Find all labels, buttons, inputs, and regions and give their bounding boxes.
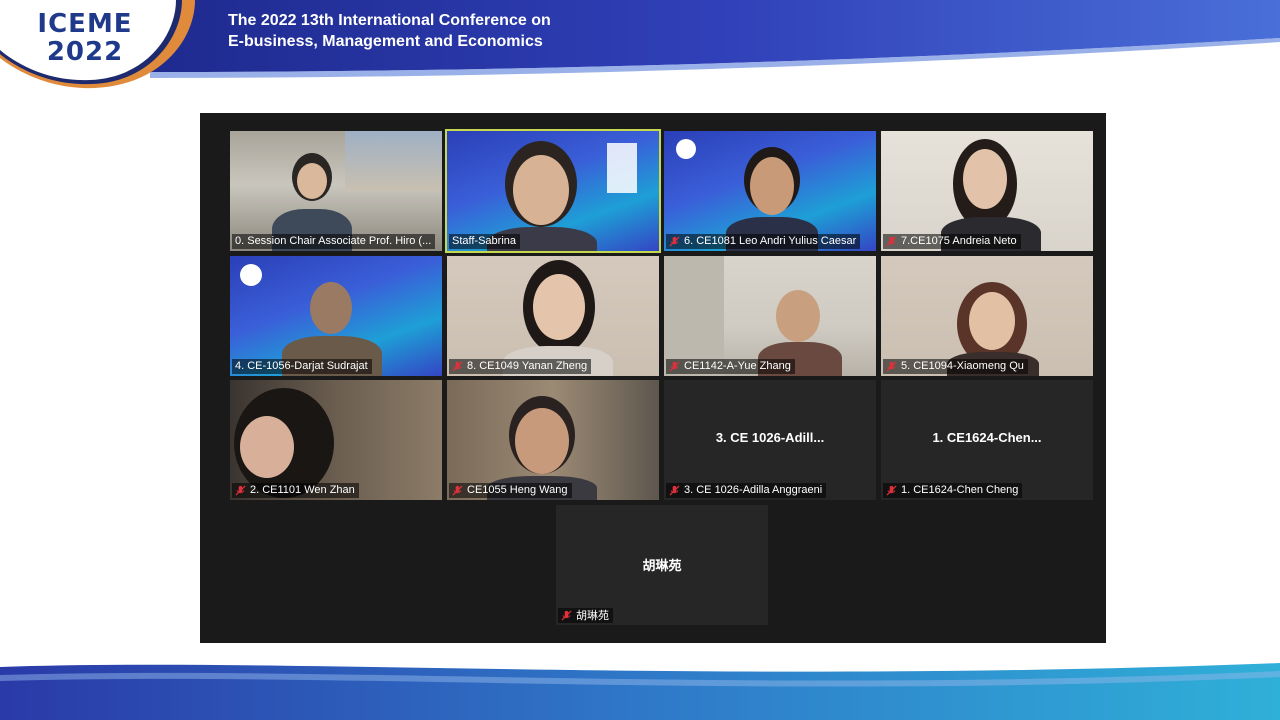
participant-name-label: CE1142-A-Yue Zhang bbox=[666, 359, 795, 374]
participant-video bbox=[230, 131, 442, 251]
participant-name-label: 6. CE1081 Leo Andri Yulius Caesar bbox=[666, 234, 861, 249]
participant-name-label: 3. CE 1026-Adilla Anggraeni bbox=[666, 483, 827, 498]
video-gallery: 0. Session Chair Associate Prof. Hiro (.… bbox=[200, 113, 1106, 643]
participant-tile-video-off[interactable]: 3. CE 1026-Adill... 3. CE 1026-Adilla An… bbox=[664, 380, 876, 500]
participant-tile[interactable]: 2. CE1101 Wen Zhan bbox=[230, 380, 442, 500]
participant-name-label: 8. CE1049 Yanan Zheng bbox=[449, 359, 592, 374]
participant-video bbox=[881, 131, 1093, 251]
participant-tile-video-off[interactable]: 胡琳苑 胡琳苑 bbox=[556, 505, 768, 625]
participant-tile[interactable]: 6. CE1081 Leo Andri Yulius Caesar bbox=[664, 131, 876, 251]
muted-mic-icon bbox=[669, 361, 680, 372]
participant-tile[interactable]: 7.CE1075 Andreia Neto bbox=[881, 131, 1093, 251]
conference-title-line2: E-business, Management and Economics bbox=[228, 33, 543, 50]
participant-video bbox=[664, 256, 876, 376]
participant-name-label: 5. CE1094-Xiaomeng Qu bbox=[883, 359, 1028, 374]
participant-video bbox=[230, 380, 442, 500]
muted-mic-icon bbox=[235, 485, 246, 496]
participant-tile[interactable]: 8. CE1049 Yanan Zheng bbox=[447, 256, 659, 376]
presentation-slide: ICEME 2022 The 2022 13th International C… bbox=[0, 0, 1280, 720]
iceme-logo: ICEME 2022 bbox=[30, 10, 140, 66]
participant-display-name: 1. CE1624-Chen... bbox=[932, 430, 1042, 445]
muted-mic-icon bbox=[886, 485, 897, 496]
muted-mic-icon bbox=[561, 610, 572, 621]
participant-display-name: 胡琳苑 bbox=[642, 559, 682, 574]
participant-video bbox=[881, 256, 1093, 376]
conference-title-line1: The 2022 13th International Conference o… bbox=[228, 12, 551, 29]
header-wave-graphic bbox=[0, 0, 1280, 89]
participant-video bbox=[447, 380, 659, 500]
participant-tile[interactable]: CE1142-A-Yue Zhang bbox=[664, 256, 876, 376]
logo-text-line2: 2022 bbox=[46, 37, 124, 67]
participant-name-label: 1. CE1624-Chen Cheng bbox=[883, 483, 1023, 498]
participant-tile-active-speaker[interactable]: Staff-Sabrina bbox=[445, 129, 661, 253]
muted-mic-icon bbox=[452, 485, 463, 496]
muted-mic-icon bbox=[452, 361, 463, 372]
footer-wave-graphic bbox=[0, 663, 1280, 720]
participant-video bbox=[230, 256, 442, 376]
participant-video bbox=[447, 131, 659, 251]
participant-tile-video-off[interactable]: 1. CE1624-Chen... 1. CE1624-Chen Cheng bbox=[881, 380, 1093, 500]
participant-display-name: 3. CE 1026-Adill... bbox=[715, 430, 825, 445]
participant-name-label: Staff-Sabrina bbox=[449, 234, 521, 249]
participant-name-label: 7.CE1075 Andreia Neto bbox=[883, 234, 1021, 249]
participant-name-label: 2. CE1101 Wen Zhan bbox=[232, 483, 359, 498]
muted-mic-icon bbox=[886, 236, 897, 247]
participant-tile[interactable]: CE1055 Heng Wang bbox=[447, 380, 659, 500]
muted-mic-icon bbox=[886, 361, 897, 372]
logo-text-line1: ICEME bbox=[37, 9, 133, 39]
participant-name-label: CE1055 Heng Wang bbox=[449, 483, 572, 498]
conference-title: The 2022 13th International Conference o… bbox=[228, 10, 551, 52]
muted-mic-icon bbox=[669, 485, 680, 496]
participant-video bbox=[447, 256, 659, 376]
participant-name-label: 4. CE-1056-Darjat Sudrajat bbox=[232, 359, 372, 374]
participant-name-label: 胡琳苑 bbox=[558, 608, 613, 623]
participant-tile[interactable]: 0. Session Chair Associate Prof. Hiro (.… bbox=[230, 131, 442, 251]
participant-name-label: 0. Session Chair Associate Prof. Hiro (.… bbox=[232, 234, 436, 249]
footer-wave-banner bbox=[0, 655, 1280, 720]
muted-mic-icon bbox=[669, 236, 680, 247]
participant-tile[interactable]: 4. CE-1056-Darjat Sudrajat bbox=[230, 256, 442, 376]
conference-header-banner: ICEME 2022 The 2022 13th International C… bbox=[0, 0, 1280, 95]
participant-tile[interactable]: 5. CE1094-Xiaomeng Qu bbox=[881, 256, 1093, 376]
participant-video bbox=[664, 131, 876, 251]
